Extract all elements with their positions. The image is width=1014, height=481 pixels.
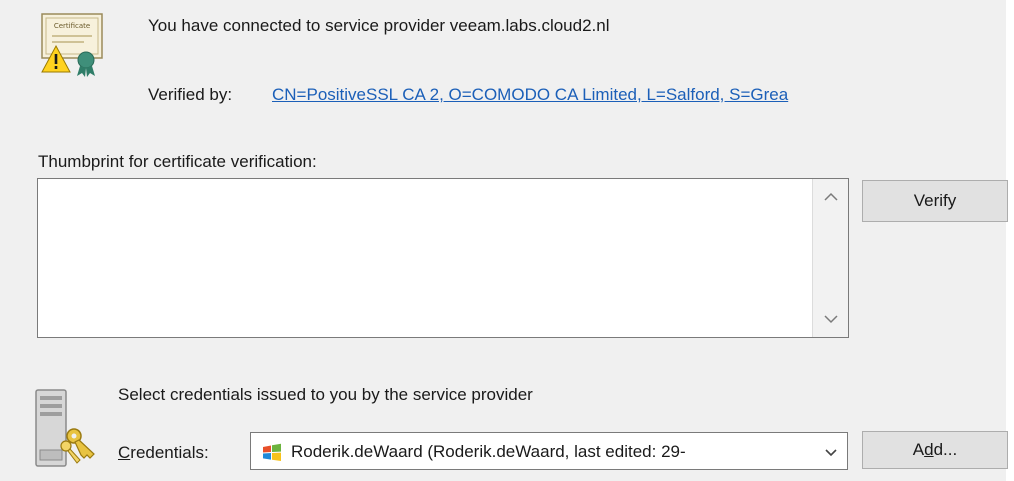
svg-text:Certificate: Certificate [54, 22, 90, 30]
credentials-label-rest: redentials: [130, 443, 209, 462]
verify-button-label: Verify [913, 191, 957, 210]
verified-by-label: Verified by: [148, 85, 233, 104]
thumbprint-scrollbar[interactable] [812, 179, 848, 337]
chevron-down-icon [825, 449, 837, 457]
select-credentials-instruction: Select credentials issued to you by the … [118, 385, 533, 404]
thumbprint-label: Thumbprint for certificate verification: [38, 152, 317, 171]
window-edge [1006, 0, 1014, 481]
add-button-label: Add... [912, 440, 958, 459]
scroll-down-button[interactable] [813, 301, 848, 337]
verify-button[interactable]: Verify [862, 180, 1008, 222]
certificate-issuer-link[interactable]: CN=PositiveSSL CA 2, O=COMODO CA Limited… [272, 85, 788, 105]
chevron-up-icon [823, 192, 838, 201]
chevron-down-icon [823, 315, 838, 324]
credentials-label: Credentials: [118, 443, 209, 463]
thumbprint-textarea[interactable] [37, 178, 849, 338]
certificate-warning-icon: Certificate [41, 13, 103, 77]
add-credentials-button[interactable]: Add... [862, 431, 1008, 469]
credentials-dropdown[interactable]: Roderik.deWaard (Roderik.deWaard, last e… [250, 432, 848, 470]
connected-provider-text: You have connected to service provider v… [148, 16, 610, 35]
server-keys-icon [35, 389, 95, 467]
credentials-selected-value: Roderik.deWaard (Roderik.deWaard, last e… [291, 442, 686, 461]
credentials-label-mnemonic: C [118, 443, 131, 462]
scroll-up-button[interactable] [813, 179, 848, 215]
windows-account-icon [263, 443, 281, 461]
